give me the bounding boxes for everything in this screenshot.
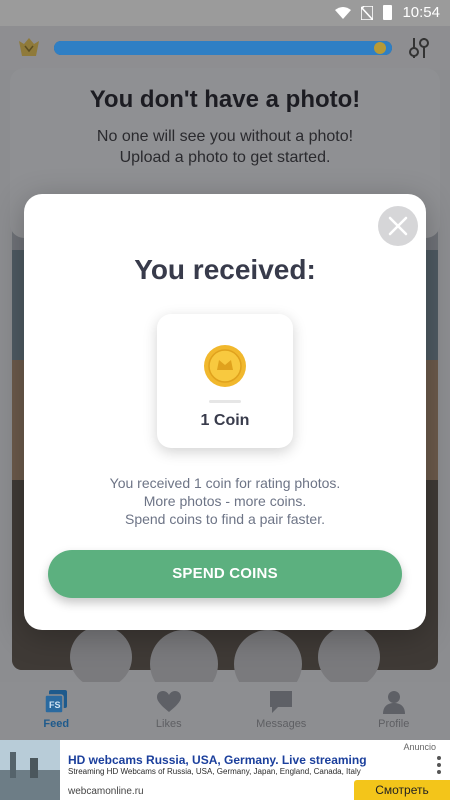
reward-desc-line-3: Spend coins to find a pair faster. (124, 511, 325, 527)
coin-icon (204, 345, 246, 387)
status-time: 10:54 (402, 4, 440, 21)
ad-banner[interactable]: HD webcams Russia, USA, Germany. Live st… (0, 740, 450, 800)
ad-headline[interactable]: HD webcams Russia, USA, Germany. Live st… (68, 753, 367, 767)
close-button[interactable] (378, 206, 418, 246)
ad-cta-button[interactable]: Смотреть (354, 780, 450, 800)
ad-badge: Anuncio (403, 742, 436, 752)
crown-icon[interactable] (18, 38, 40, 58)
nav-label-feed: Feed (43, 718, 70, 730)
reward-modal: You received: 1 Coin You received 1 coin… (24, 194, 426, 630)
bottom-nav: FS Feed Likes Messages Profile (0, 682, 450, 740)
ad-domain: webcamonline.ru (68, 786, 144, 797)
chat-icon (270, 691, 293, 713)
nav-item-feed[interactable]: FS Feed (11, 682, 101, 740)
no-photo-text: No one will see you without a photo! Upl… (96, 128, 354, 166)
ad-menu-icon[interactable] (436, 756, 442, 776)
reward-amount: 1 Coin (200, 412, 250, 429)
modal-title: You received: (134, 254, 316, 285)
nav-item-messages[interactable]: Messages (236, 682, 326, 740)
wifi-icon (335, 6, 352, 19)
coin-icon (374, 42, 386, 54)
nav-label-profile: Profile (378, 718, 410, 730)
close-icon (388, 216, 408, 236)
person-icon (382, 691, 405, 714)
svg-text:FS: FS (49, 700, 61, 710)
app-topbar (0, 26, 450, 70)
nav-label-messages: Messages (256, 718, 307, 730)
nav-label-likes: Likes (155, 718, 182, 730)
reward-desc-line-2: More photos - more coins. (143, 493, 307, 509)
coin-progress-fill (54, 41, 392, 55)
heart-icon (156, 691, 181, 712)
filter-icon[interactable] (408, 36, 430, 60)
coin-shadow (209, 400, 241, 403)
dislike-button[interactable] (70, 626, 132, 688)
ad-description: Streaming HD Webcams of Russia, USA, Ger… (68, 767, 361, 776)
no-photo-title: You don't have a photo! (89, 86, 361, 113)
message-button[interactable] (318, 626, 380, 688)
status-bar: 10:54 (0, 0, 450, 26)
spend-coins-button[interactable]: SPEND COINS (48, 550, 402, 598)
reward-description: You received 1 coin for rating photos. M… (44, 474, 406, 528)
battery-icon (383, 5, 393, 20)
nav-item-likes[interactable]: Likes (124, 682, 214, 740)
feed-icon: FS (44, 690, 68, 714)
reward-card: 1 Coin (157, 314, 293, 448)
coin-progress-bar (54, 41, 392, 55)
no-sim-icon (361, 5, 374, 20)
reward-desc-line-1: You received 1 coin for rating photos. (109, 475, 341, 491)
nav-item-profile[interactable]: Profile (349, 682, 439, 740)
ad-image[interactable] (0, 740, 60, 800)
